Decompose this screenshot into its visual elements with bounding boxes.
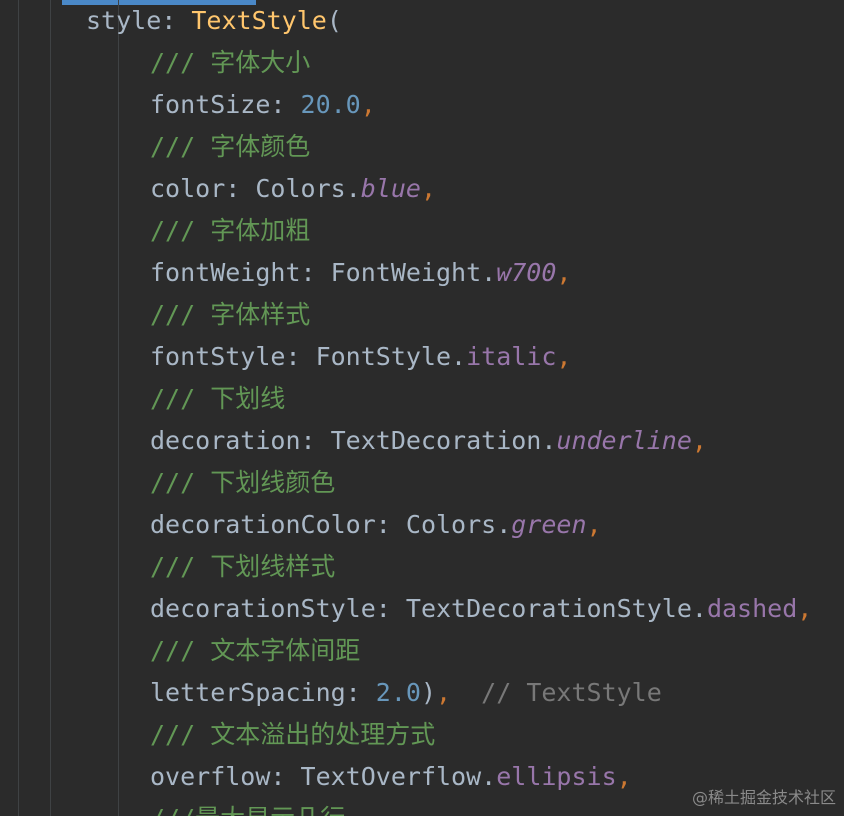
doc-comment: /// 文本溢出的处理方式 — [150, 720, 436, 749]
code-editor[interactable]: style: TextStyle( /// 字体大小 fontSize: 20.… — [0, 0, 844, 816]
doc-comment: /// 下划线样式 — [150, 552, 336, 581]
doc-comment: /// 下划线 — [150, 384, 286, 413]
code-line[interactable]: decorationColor: Colors.green, — [150, 504, 602, 546]
class-reference: TextOverflow — [300, 762, 482, 791]
code-line[interactable]: decoration: TextDecoration.underline, — [150, 420, 707, 462]
code-line[interactable]: fontSize: 20.0, — [150, 84, 376, 126]
code-line[interactable]: /// 文本字体间距 — [150, 630, 360, 672]
class-reference: TextDecorationStyle — [405, 594, 692, 623]
property-name: decoration — [150, 426, 301, 455]
dot: . — [481, 258, 497, 287]
doc-comment: /// 字体加粗 — [150, 216, 311, 245]
code-line[interactable]: /// 字体颜色 — [150, 126, 310, 168]
number-literal: 20.0 — [300, 90, 361, 119]
comma: , — [556, 258, 572, 287]
constant-value: blue — [360, 174, 421, 203]
colon: : — [345, 678, 376, 707]
comma: , — [360, 90, 376, 119]
dot: . — [345, 174, 361, 203]
property-name: fontSize — [150, 90, 271, 119]
code-line[interactable]: /// 下划线 — [150, 378, 285, 420]
class-reference: Colors — [405, 510, 497, 539]
paren: ) — [420, 678, 436, 707]
constant-value: green — [511, 510, 587, 539]
colon: : — [225, 174, 256, 203]
class-reference: Colors — [255, 174, 346, 203]
doc-comment: ///最大显示几行 — [150, 804, 345, 816]
code-line[interactable]: fontStyle: FontStyle.italic, — [150, 336, 571, 378]
colon: : — [300, 426, 331, 455]
code-line[interactable]: style: TextStyle( — [86, 0, 342, 42]
comma: , — [616, 762, 632, 791]
enum-value: ellipsis — [496, 762, 617, 791]
class-reference: TextDecoration — [330, 426, 542, 455]
constant-value: underline — [556, 426, 692, 455]
dot: . — [481, 762, 497, 791]
doc-comment: /// 字体大小 — [150, 48, 311, 77]
comma: , — [556, 342, 572, 371]
code-line[interactable]: letterSpacing: 2.0), // TextStyle — [150, 672, 662, 714]
property-name: color — [150, 174, 226, 203]
dot: . — [541, 426, 557, 455]
indent-guide — [50, 0, 51, 816]
code-line[interactable]: /// 字体加粗 — [150, 210, 310, 252]
class-name: TextStyle — [191, 6, 327, 35]
constant-value: w700 — [496, 258, 557, 287]
doc-comment: /// 文本字体间距 — [150, 636, 361, 665]
property-name: decorationStyle — [150, 594, 376, 623]
indent-guide — [18, 0, 19, 816]
colon: : — [285, 342, 316, 371]
code-line[interactable]: /// 下划线样式 — [150, 546, 335, 588]
code-line[interactable]: ///最大显示几行 — [150, 798, 345, 816]
colon: : — [375, 594, 406, 623]
code-line[interactable]: /// 字体大小 — [150, 42, 310, 84]
code-line[interactable]: /// 字体样式 — [150, 294, 310, 336]
watermark: @稀土掘金技术社区 — [691, 788, 836, 807]
comma: , — [436, 678, 452, 707]
code-line[interactable]: color: Colors.blue, — [150, 168, 436, 210]
dot: . — [496, 510, 512, 539]
doc-comment: /// 下划线颜色 — [150, 468, 336, 497]
colon: : — [300, 258, 331, 287]
number-literal: 2.0 — [375, 678, 421, 707]
property-name: fontWeight — [150, 258, 301, 287]
dot: . — [451, 342, 467, 371]
doc-comment: /// 字体颜色 — [150, 132, 311, 161]
property-name: letterSpacing — [150, 678, 346, 707]
colon: : — [270, 90, 301, 119]
comma: , — [797, 594, 813, 623]
code-line[interactable]: fontWeight: FontWeight.w700, — [150, 252, 571, 294]
code-line[interactable]: overflow: TextOverflow.ellipsis, — [150, 756, 632, 798]
colon: : — [270, 762, 301, 791]
comma: , — [420, 174, 437, 203]
enum-value: italic — [466, 342, 557, 371]
comma: , — [691, 426, 707, 455]
property-name: overflow — [150, 762, 271, 791]
class-reference: FontWeight — [330, 258, 482, 287]
closing-label-hint: // TextStyle — [481, 678, 662, 707]
code-line[interactable]: decorationStyle: TextDecorationStyle.das… — [150, 588, 812, 630]
colon: : — [375, 510, 406, 539]
colon: : — [161, 6, 192, 35]
property-name: decorationColor — [150, 510, 376, 539]
doc-comment: /// 字体样式 — [150, 300, 311, 329]
class-reference: FontStyle — [315, 342, 452, 371]
comma: , — [586, 510, 602, 539]
dot: . — [691, 594, 707, 623]
indent-guide — [118, 0, 119, 816]
code-line[interactable]: /// 下划线颜色 — [150, 462, 335, 504]
enum-value: dashed — [706, 594, 798, 623]
property-name: fontStyle — [150, 342, 286, 371]
paren: ( — [326, 6, 342, 35]
property-name: style — [86, 6, 162, 35]
code-line[interactable]: /// 文本溢出的处理方式 — [150, 714, 435, 756]
